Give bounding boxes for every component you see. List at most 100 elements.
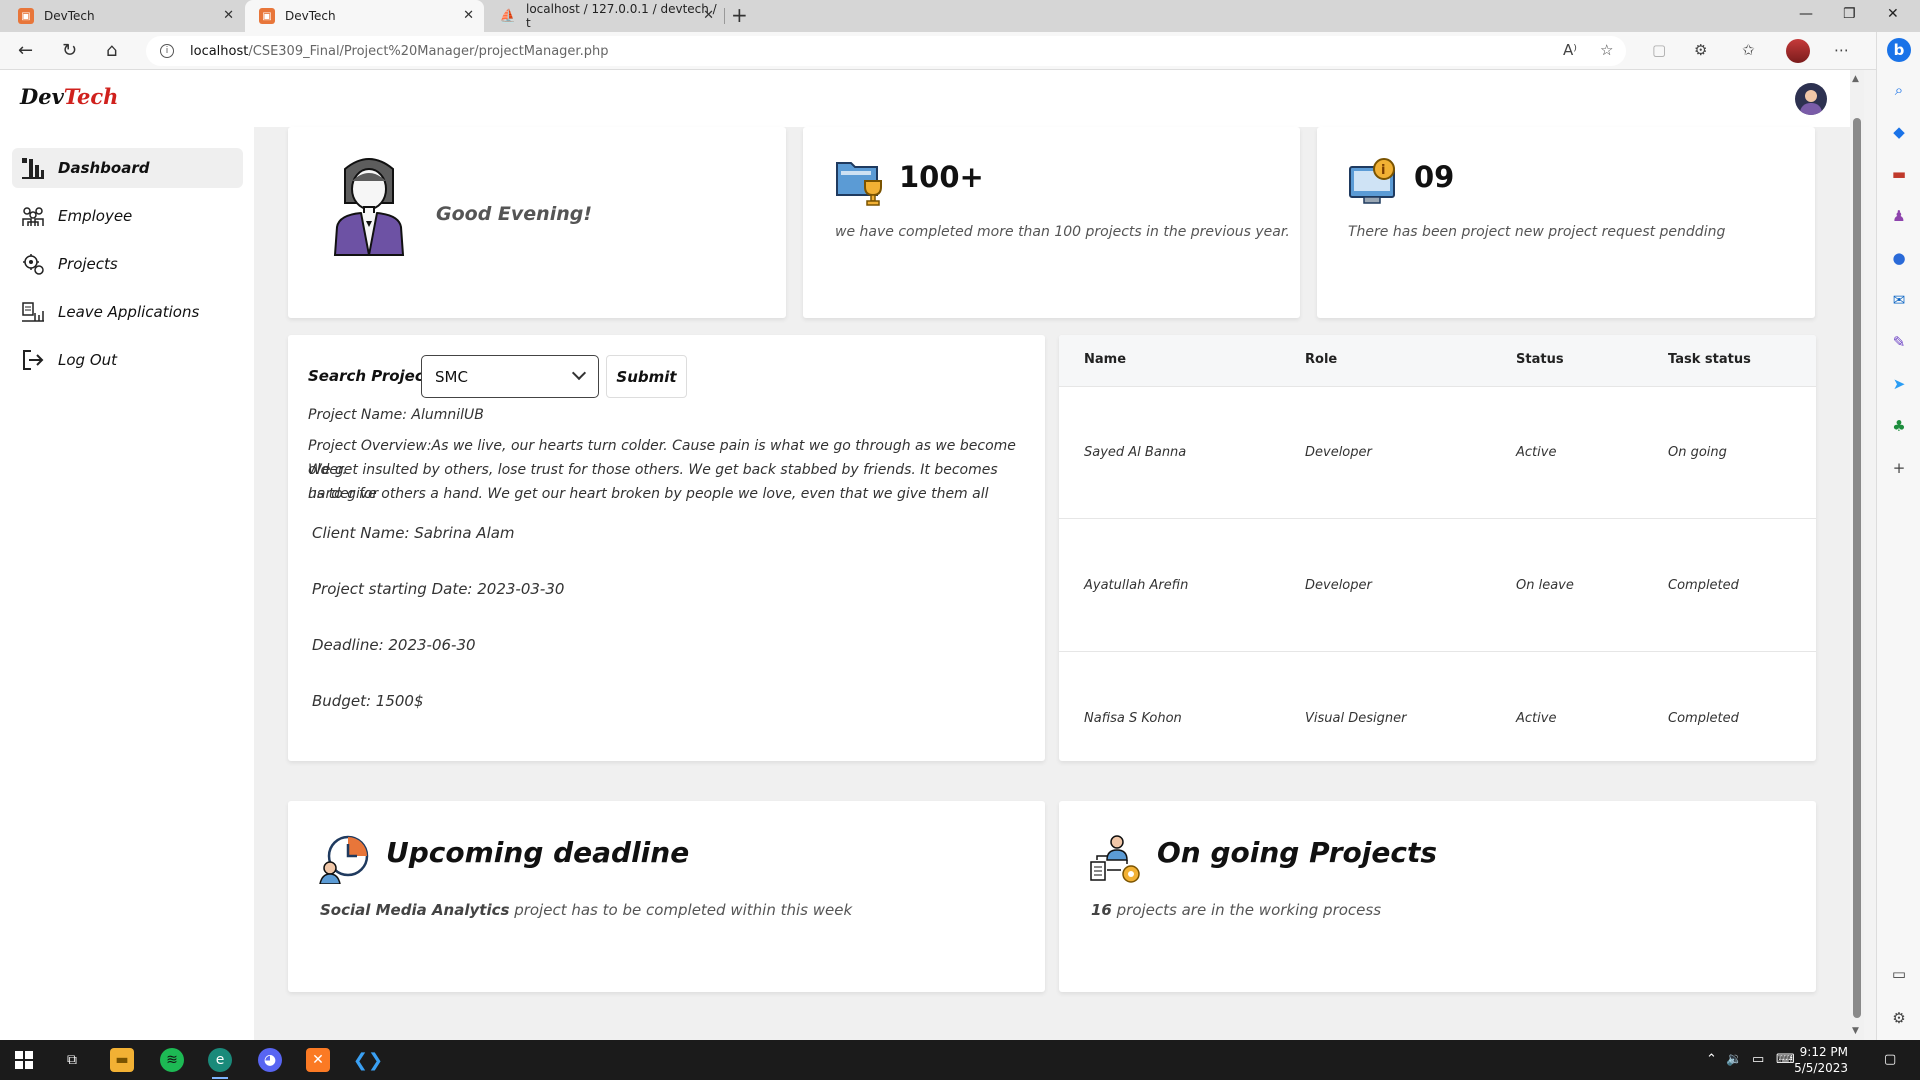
browser-tab-1[interactable]: ▣ DevTech ✕ [4, 0, 244, 32]
tools-icon[interactable]: ▬ [1889, 164, 1909, 184]
project-overview-line: us to give others a hand. We get our hea… [308, 486, 989, 502]
sidebar-item-log-out[interactable]: Log Out [12, 340, 243, 380]
brand-logo[interactable]: DevTech [20, 84, 118, 109]
upcoming-deadline-text: project has to be completed within this … [509, 901, 853, 919]
close-tab-icon[interactable]: ✕ [223, 8, 234, 23]
table-row: Nafisa S Kohon Visual Designer Active Co… [1059, 653, 1816, 761]
browser-tab-2[interactable]: ▣ DevTech ✕ [245, 0, 484, 32]
completed-projects-description: we have completed more than 100 projects… [835, 224, 1290, 240]
refresh-icon[interactable]: ↻ [62, 40, 77, 61]
scroll-up-icon[interactable]: ▲ [1852, 74, 1859, 84]
sidebar-item-employee[interactable]: Employee [12, 196, 243, 236]
search-icon[interactable]: ⌕ [1889, 80, 1909, 100]
favorites-icon[interactable]: ✩ [1742, 41, 1755, 59]
pending-requests-count: 09 [1414, 160, 1455, 194]
cell-status: On leave [1516, 578, 1574, 593]
project-deadline: Deadline: 2023-06-30 [312, 636, 476, 654]
column-header-name: Name [1084, 352, 1127, 367]
show-hidden-icons-icon[interactable]: ⌃ [1706, 1052, 1717, 1067]
sidebar-item-label: Leave Applications [58, 303, 200, 321]
cell-status: Active [1516, 711, 1557, 726]
tab-title: localhost / 127.0.0.1 / devtech / t [526, 2, 717, 30]
upcoming-deadline-card: Upcoming deadline Social Media Analytics… [288, 801, 1045, 992]
close-tab-icon[interactable]: ✕ [463, 8, 474, 23]
pending-requests-description: There has been project new project reque… [1348, 224, 1726, 240]
discord-icon[interactable]: ◕ [258, 1048, 282, 1072]
drop-icon[interactable]: ✎ [1889, 332, 1909, 352]
clock-date: 5/5/2023 [1794, 1061, 1848, 1075]
column-header-task-status: Task status [1668, 352, 1751, 367]
add-favorite-icon[interactable]: ☆ [1600, 41, 1613, 59]
brand-part1: Dev [20, 84, 64, 109]
cell-name: Sayed Al Banna [1084, 445, 1187, 460]
volume-icon[interactable]: 🔉 [1726, 1052, 1742, 1067]
copilot-icon[interactable]: b [1887, 38, 1911, 62]
microsoft-365-icon[interactable]: ● [1889, 248, 1909, 268]
sidebar-item-dashboard[interactable]: Dashboard [12, 148, 243, 188]
windows-start-icon[interactable] [12, 1048, 36, 1072]
close-window-icon[interactable]: ✕ [1887, 6, 1899, 22]
app-available-icon[interactable]: ▢ [1652, 41, 1666, 59]
sidebar-item-leave-applications[interactable]: Leave Applications [12, 292, 243, 332]
top-navbar: DevTech [0, 70, 1850, 127]
phpmyadmin-favicon-icon: ⛵ [499, 8, 517, 24]
project-budget: Budget: 1500$ [312, 692, 424, 710]
back-icon[interactable]: ← [18, 40, 33, 61]
send-icon[interactable]: ➤ [1889, 374, 1909, 394]
hide-sidebar-icon[interactable]: ▭ [1889, 964, 1909, 984]
vscode-icon[interactable]: ❮❯ [353, 1048, 383, 1072]
more-options-icon[interactable]: ⋯ [1834, 41, 1849, 59]
url-path: /CSE309_Final/Project%20Manager/projectM… [248, 43, 609, 59]
browser-profile-icon[interactable] [1786, 39, 1810, 63]
extensions-icon[interactable]: ⚙ [1694, 41, 1707, 59]
scrollbar-thumb[interactable] [1853, 118, 1861, 1018]
active-app-indicator [212, 1077, 228, 1079]
cell-role: Developer [1305, 445, 1372, 460]
close-tab-icon[interactable]: ✕ [703, 8, 714, 23]
site-info-icon[interactable]: i [160, 44, 174, 58]
minimize-icon[interactable]: — [1799, 6, 1813, 22]
submit-button[interactable]: Submit [606, 355, 687, 398]
outlook-icon[interactable]: ✉ [1889, 290, 1909, 310]
page-scrollbar[interactable]: ▲ ▼ [1850, 70, 1864, 1040]
network-icon[interactable]: ▭ [1752, 1052, 1764, 1067]
clock-time: 9:12 PM [1799, 1045, 1848, 1059]
sidebar-item-projects[interactable]: Projects [12, 244, 243, 284]
spotify-icon[interactable]: ≋ [160, 1048, 184, 1072]
project-select[interactable]: SMC [421, 355, 599, 398]
browser-tab-3[interactable]: ⛵ localhost / 127.0.0.1 / devtech / t ✕ [486, 0, 724, 32]
browser-tab-bar: ▣ DevTech ✕ ▣ DevTech ✕ ⛵ localhost / 12… [0, 0, 1920, 32]
chevron-down-icon [571, 365, 587, 381]
tree-icon[interactable]: ♣ [1889, 416, 1909, 436]
leave-applications-icon [20, 299, 46, 325]
avatar[interactable] [1795, 83, 1827, 115]
address-toolbar: ← ↻ ⌂ i localhost /CSE309_Final/Project%… [0, 32, 1920, 70]
shopping-icon[interactable]: ◆ [1889, 122, 1909, 142]
column-header-status: Status [1516, 352, 1564, 367]
ongoing-projects-title: On going Projects [1157, 836, 1438, 869]
task-view-icon[interactable]: ⧉ [60, 1048, 84, 1072]
tab-title: DevTech [44, 9, 95, 23]
edge-browser-icon[interactable]: e [208, 1048, 232, 1072]
table-row: Ayatullah Arefin Developer On leave Comp… [1059, 520, 1816, 652]
settings-gear-icon[interactable]: ⚙ [1889, 1008, 1909, 1028]
project-select-value: SMC [435, 367, 468, 386]
cell-role: Visual Designer [1305, 711, 1407, 726]
address-bar[interactable]: i localhost /CSE309_Final/Project%20Mana… [146, 36, 1626, 66]
games-icon[interactable]: ♟ [1889, 206, 1909, 226]
restore-icon[interactable]: ❐ [1843, 6, 1856, 22]
file-explorer-icon[interactable]: ▬ [110, 1048, 134, 1072]
system-clock[interactable]: 9:12 PM 5/5/2023 [1788, 1044, 1848, 1076]
cell-task-status: On going [1668, 445, 1727, 460]
read-aloud-icon[interactable]: A⁾ [1563, 41, 1577, 59]
scroll-down-icon[interactable]: ▼ [1852, 1026, 1859, 1036]
project-name: Project Name: AlumnilUB [308, 407, 484, 423]
project-details-card: Search Project : SMC Submit Project Name… [288, 335, 1045, 761]
notifications-icon[interactable]: ▢ [1884, 1052, 1896, 1067]
home-icon[interactable]: ⌂ [106, 40, 117, 61]
new-tab-icon[interactable]: + [731, 3, 748, 27]
completed-projects-count: 100+ [899, 160, 984, 194]
dashboard-icon [20, 155, 46, 181]
add-sidebar-app-icon[interactable]: + [1889, 458, 1909, 478]
xampp-icon[interactable]: ✕ [306, 1048, 330, 1072]
